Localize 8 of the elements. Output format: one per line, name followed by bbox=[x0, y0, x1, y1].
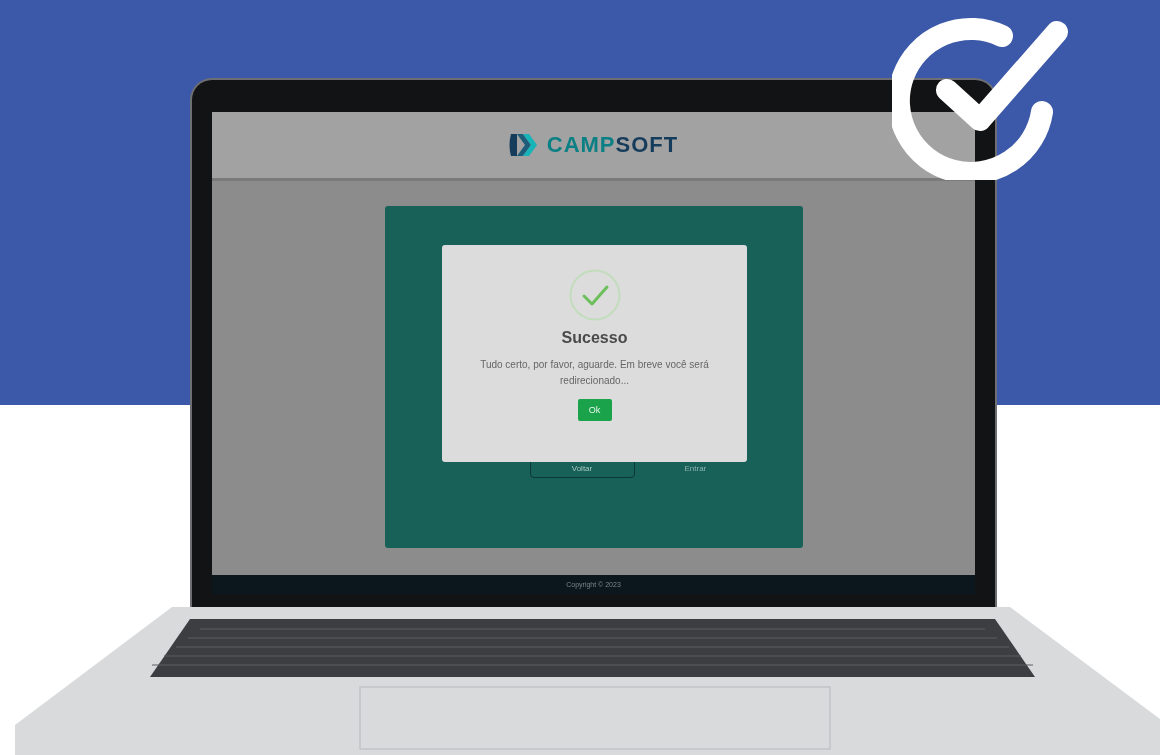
dialog-title: Sucesso bbox=[561, 329, 628, 347]
logo-text: SOFT bbox=[615, 132, 679, 158]
dialog-message: Tudo certo, por favor, aguarde. Em breve você será redirecionado... bbox=[479, 358, 710, 388]
success-check-icon bbox=[568, 269, 621, 321]
enter-link[interactable]: Entrar bbox=[684, 464, 707, 473]
ok-button[interactable]: Ok bbox=[577, 399, 612, 421]
logo-icon bbox=[508, 132, 539, 158]
logo-text: CAMP bbox=[546, 132, 616, 158]
